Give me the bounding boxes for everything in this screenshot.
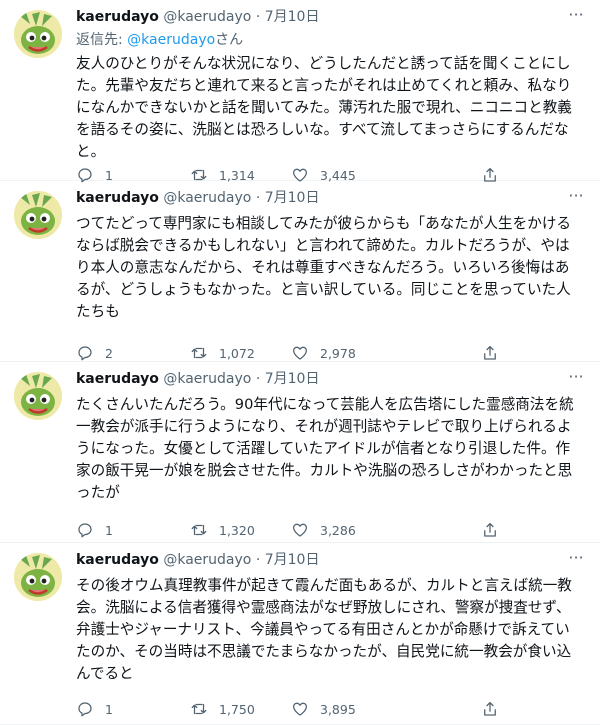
share-button[interactable] <box>481 519 499 541</box>
display-name[interactable]: kaerudayo <box>76 552 159 568</box>
avatar[interactable] <box>14 10 62 58</box>
reply-suffix: さん <box>215 32 244 48</box>
frog-avatar-icon <box>14 372 62 420</box>
avatar[interactable] <box>14 191 62 239</box>
user-handle[interactable]: @kaerudayo <box>163 9 251 25</box>
share-button[interactable] <box>481 342 499 364</box>
reply-icon <box>78 702 92 717</box>
tweet-date[interactable]: 7月10日 <box>265 552 320 568</box>
like-button[interactable]: 3,895 <box>291 698 356 720</box>
tweet[interactable]: kaerudayo @kaerudayo · 7月10日 ··· その後オウム真… <box>0 543 600 725</box>
retweet-button[interactable]: 1,072 <box>190 342 255 364</box>
tweet[interactable]: kaerudayo @kaerudayo · 7月10日 ··· たくさんいたん… <box>0 362 600 543</box>
reply-icon <box>78 346 92 361</box>
separator: · <box>255 371 261 387</box>
like-button[interactable]: 3,286 <box>291 519 356 541</box>
reply-button[interactable]: 1 <box>76 698 113 720</box>
retweet-icon <box>191 524 207 536</box>
tweet[interactable]: kaerudayo @kaerudayo · 7月10日 ··· つてたどって専… <box>0 181 600 362</box>
reply-button[interactable]: 2 <box>76 342 113 364</box>
separator: · <box>255 9 261 25</box>
display-name[interactable]: kaerudayo <box>76 371 159 387</box>
reply-to-line: 返信先: @kaerudayoさん <box>76 31 243 49</box>
tweet-header: kaerudayo @kaerudayo · 7月10日 <box>76 550 560 570</box>
user-handle[interactable]: @kaerudayo <box>163 552 251 568</box>
more-options-icon[interactable]: ··· <box>566 369 586 388</box>
tweet-text: つてたどって専門家にも相談してみたが彼らからも「あなたが人生をかけるならば脱会で… <box>76 215 572 320</box>
share-icon <box>484 701 496 716</box>
separator: · <box>255 552 261 568</box>
retweet-icon <box>191 347 207 359</box>
heart-icon <box>292 523 308 537</box>
tweet-actions: 2 1,072 2,978 <box>76 342 516 364</box>
tweet-text: その後オウム真理教事件が起きて霞んだ面もあるが、カルトと言えば統一教会。洗脳によ… <box>76 577 572 682</box>
retweet-count: 1,072 <box>219 345 255 361</box>
frog-avatar-icon <box>14 191 62 239</box>
tweet-header: kaerudayo @kaerudayo · 7月10日 <box>76 369 560 389</box>
retweet-count: 1,320 <box>219 522 255 538</box>
tweet-text: 友人のひとりがそんな状況になり、どうしたんだと誘って話を聞くことにした。先輩や友… <box>76 55 572 160</box>
like-count: 3,895 <box>320 701 356 717</box>
retweet-button[interactable]: 1,750 <box>190 698 255 720</box>
share-button[interactable] <box>481 698 499 720</box>
tweet-date[interactable]: 7月10日 <box>265 190 320 206</box>
like-count: 2,978 <box>320 345 356 361</box>
reply-count: 1 <box>105 522 113 538</box>
share-icon <box>484 345 496 360</box>
display-name[interactable]: kaerudayo <box>76 190 159 206</box>
like-count: 3,286 <box>320 522 356 538</box>
display-name[interactable]: kaerudayo <box>76 9 159 25</box>
retweet-count: 1,750 <box>219 701 255 717</box>
more-options-icon[interactable]: ··· <box>566 188 586 207</box>
tweet-date[interactable]: 7月10日 <box>265 371 320 387</box>
more-options-icon[interactable]: ··· <box>566 7 586 26</box>
avatar[interactable] <box>14 372 62 420</box>
like-button[interactable]: 2,978 <box>291 342 356 364</box>
reply-count: 1 <box>105 701 113 717</box>
tweet-date[interactable]: 7月10日 <box>265 9 320 25</box>
avatar[interactable] <box>14 553 62 601</box>
more-options-icon[interactable]: ··· <box>566 550 586 569</box>
user-handle[interactable]: @kaerudayo <box>163 190 251 206</box>
tweet-text: たくさんいたんだろう。90年代になって芸能人を広告塔にした霊感商法を統一教会が派… <box>76 396 574 501</box>
frog-avatar-icon <box>14 553 62 601</box>
reply-count: 2 <box>105 345 113 361</box>
reply-button[interactable]: 1 <box>76 519 113 541</box>
reply-to-label: 返信先: <box>76 32 128 48</box>
separator: · <box>255 190 261 206</box>
share-icon <box>484 522 496 537</box>
heart-icon <box>292 346 308 360</box>
retweet-icon <box>191 703 207 715</box>
tweet-actions: 1 1,750 3,895 <box>76 698 516 720</box>
tweet-header: kaerudayo @kaerudayo · 7月10日 <box>76 7 560 27</box>
retweet-button[interactable]: 1,320 <box>190 519 255 541</box>
reply-mention-link[interactable]: @kaerudayo <box>127 32 215 48</box>
tweet-header: kaerudayo @kaerudayo · 7月10日 <box>76 188 560 208</box>
frog-avatar-icon <box>14 10 62 58</box>
reply-icon <box>78 523 92 538</box>
tweet[interactable]: kaerudayo @kaerudayo · 7月10日 ··· 返信先: @k… <box>0 0 600 183</box>
user-handle[interactable]: @kaerudayo <box>163 371 251 387</box>
heart-icon <box>292 702 308 716</box>
tweet-actions: 1 1,320 3,286 <box>76 519 516 541</box>
